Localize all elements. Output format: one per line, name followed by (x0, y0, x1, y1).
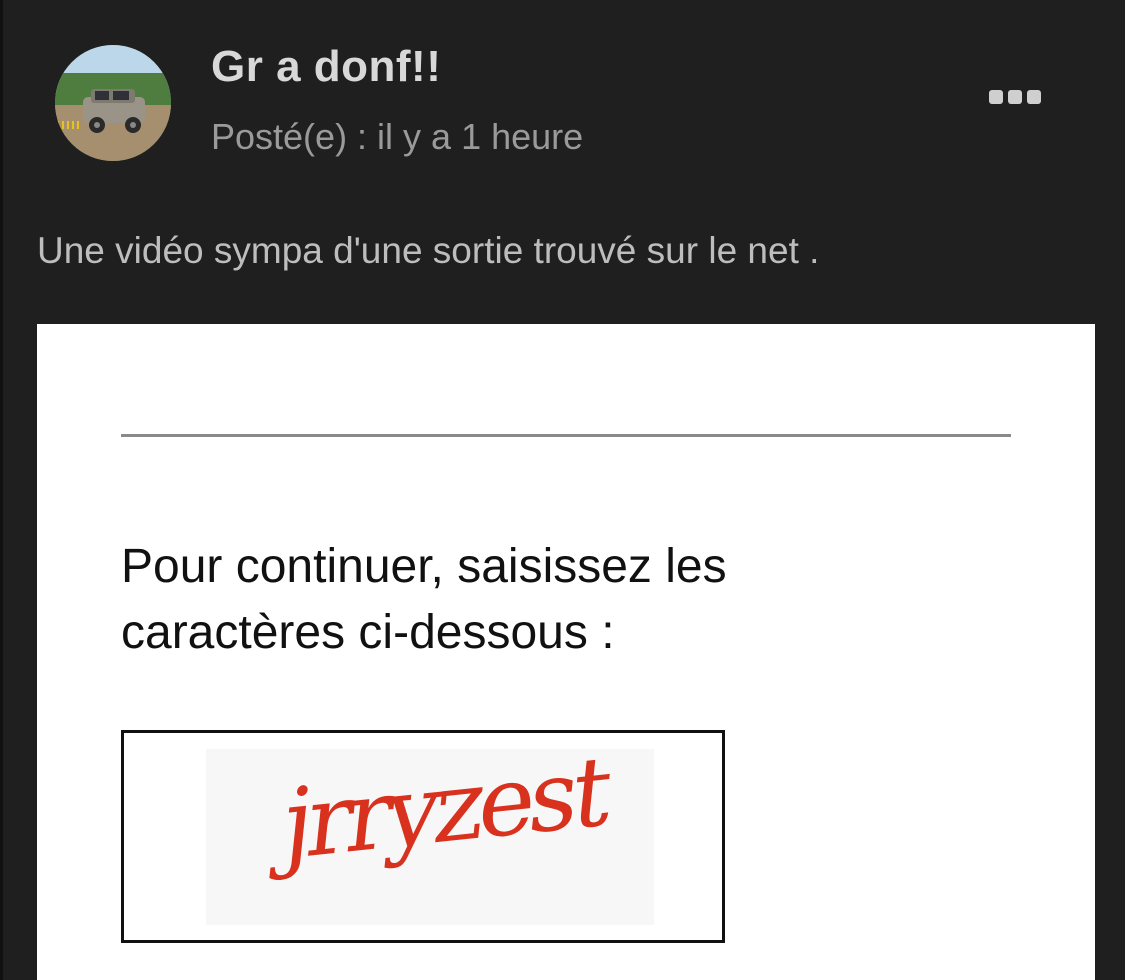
captcha-prompt: Pour continuer, saisissez les caractères… (121, 540, 727, 659)
embedded-content: Pour continuer, saisissez les caractères… (37, 324, 1095, 980)
post-timestamp: Posté(e) : il y a 1 heure (211, 116, 584, 157)
divider (121, 434, 1011, 437)
more-options-icon (1027, 90, 1041, 104)
author-name[interactable]: Gr a donf!! (211, 42, 441, 92)
captcha-image: jrryzest (121, 730, 725, 943)
more-options-icon (1008, 90, 1022, 104)
avatar-image (55, 45, 171, 161)
more-options-button[interactable] (989, 86, 1045, 108)
post-body: Une vidéo sympa d'une sortie trouvé sur … (37, 230, 820, 271)
forum-post: Gr a donf!! Posté(e) : il y a 1 heure Un… (0, 0, 1125, 980)
more-options-icon (989, 90, 1003, 104)
avatar[interactable] (55, 45, 171, 161)
